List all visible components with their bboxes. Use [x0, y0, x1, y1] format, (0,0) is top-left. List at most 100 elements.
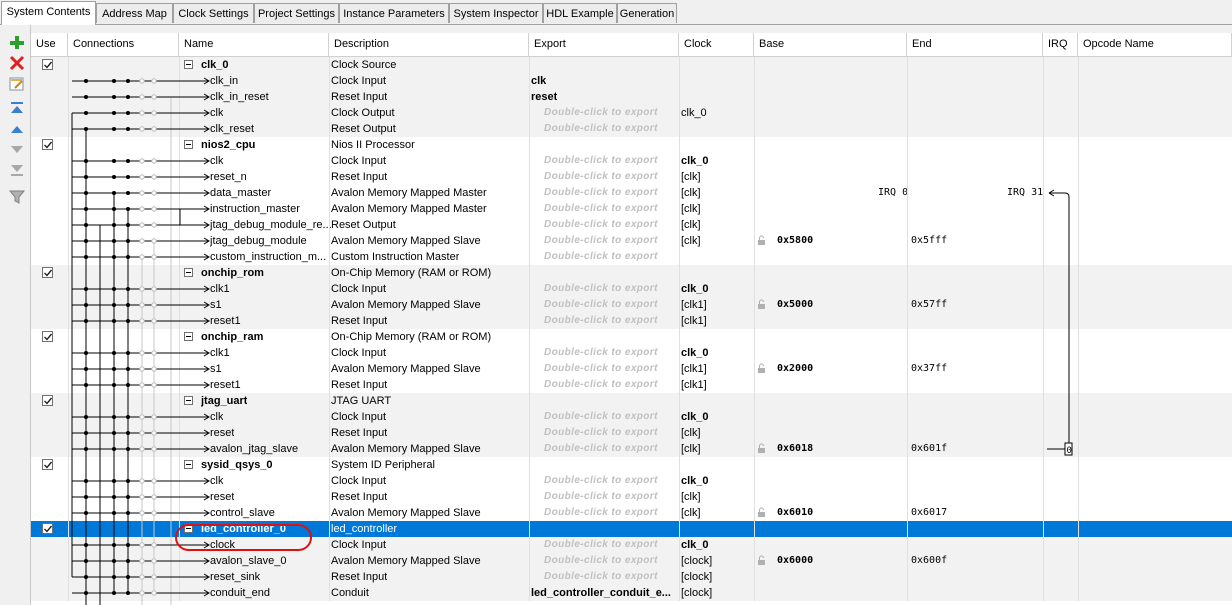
lock-icon[interactable]: [757, 441, 767, 457]
tab-clock-settings[interactable]: Clock Settings: [173, 3, 254, 23]
clock-value[interactable]: clk_0: [681, 281, 709, 297]
export-placeholder[interactable]: Double-click to export: [544, 185, 658, 201]
tab-project-settings[interactable]: Project Settings: [254, 3, 339, 23]
use-checkbox[interactable]: [42, 267, 53, 278]
interface-name[interactable]: jtag_debug_module_re...: [210, 217, 332, 233]
lock-icon[interactable]: [757, 297, 767, 313]
export-placeholder[interactable]: Double-click to export: [544, 169, 658, 185]
interface-name[interactable]: reset1: [210, 313, 241, 329]
column-header-use[interactable]: Use: [31, 33, 68, 56]
column-header-opcode-name[interactable]: Opcode Name: [1078, 33, 1232, 56]
interface-name[interactable]: reset1: [210, 377, 241, 393]
base-address[interactable]: 0x6018: [777, 441, 813, 457]
export-placeholder[interactable]: Double-click to export: [544, 569, 658, 585]
connections-graph[interactable]: [68, 57, 213, 605]
tab-system-inspector[interactable]: System Inspector: [449, 3, 543, 23]
export-placeholder[interactable]: Double-click to export: [544, 281, 658, 297]
interface-name[interactable]: reset_n: [210, 169, 247, 185]
interface-name[interactable]: conduit_end: [210, 585, 270, 601]
interface-name[interactable]: avalon_slave_0: [210, 553, 286, 569]
base-address[interactable]: 0x6000: [777, 553, 813, 569]
export-placeholder[interactable]: Double-click to export: [544, 201, 658, 217]
tab-hdl-example[interactable]: HDL Example: [543, 3, 617, 23]
interface-name[interactable]: instruction_master: [210, 201, 300, 217]
clock-value[interactable]: [clock]: [681, 553, 712, 569]
end-address[interactable]: 0x600f: [911, 553, 947, 569]
export-placeholder[interactable]: Double-click to export: [544, 377, 658, 393]
column-header-irq[interactable]: IRQ: [1043, 33, 1078, 56]
export-placeholder[interactable]: Double-click to export: [544, 473, 658, 489]
interface-name[interactable]: clk_in: [210, 73, 238, 89]
use-checkbox[interactable]: [42, 59, 53, 70]
tab-generation[interactable]: Generation: [617, 3, 677, 23]
clock-value[interactable]: [clk]: [681, 233, 701, 249]
end-address[interactable]: 0x6017: [911, 505, 947, 521]
remove-icon[interactable]: [8, 54, 26, 72]
edit-icon[interactable]: [8, 75, 26, 93]
clock-value[interactable]: [clk]: [681, 185, 701, 201]
end-address[interactable]: 0x57ff: [911, 297, 947, 313]
interface-name[interactable]: clk_reset: [210, 121, 254, 137]
export-placeholder[interactable]: Double-click to export: [544, 249, 658, 265]
clock-value[interactable]: [clk]: [681, 505, 701, 521]
interface-name[interactable]: data_master: [210, 185, 271, 201]
use-checkbox[interactable]: [42, 395, 53, 406]
export-placeholder[interactable]: Double-click to export: [544, 409, 658, 425]
export-placeholder[interactable]: Double-click to export: [544, 361, 658, 377]
export-placeholder[interactable]: Double-click to export: [544, 553, 658, 569]
export-placeholder[interactable]: Double-click to export: [544, 425, 658, 441]
lock-icon[interactable]: [757, 505, 767, 521]
clock-value[interactable]: [clk]: [681, 425, 701, 441]
clock-value[interactable]: [clk1]: [681, 361, 707, 377]
lock-icon[interactable]: [757, 361, 767, 377]
export-placeholder[interactable]: Double-click to export: [544, 489, 658, 505]
clock-value[interactable]: [clk]: [681, 169, 701, 185]
clock-value[interactable]: [clk1]: [681, 313, 707, 329]
clock-value[interactable]: [clock]: [681, 585, 712, 601]
base-address[interactable]: 0x5800: [777, 233, 813, 249]
column-header-description[interactable]: Description: [329, 33, 529, 56]
column-header-name[interactable]: Name: [179, 33, 329, 56]
export-placeholder[interactable]: Double-click to export: [544, 441, 658, 457]
export-placeholder[interactable]: Double-click to export: [544, 217, 658, 233]
export-placeholder[interactable]: Double-click to export: [544, 297, 658, 313]
export-placeholder[interactable]: Double-click to export: [544, 505, 658, 521]
interface-name[interactable]: jtag_debug_module: [210, 233, 307, 249]
export-placeholder[interactable]: Double-click to export: [544, 121, 658, 137]
export-placeholder[interactable]: Double-click to export: [544, 537, 658, 553]
clock-value[interactable]: clk_0: [681, 537, 709, 553]
tab-address-map[interactable]: Address Map: [96, 3, 173, 23]
clock-value[interactable]: [clk]: [681, 489, 701, 505]
filter-icon[interactable]: [8, 188, 26, 206]
tab-system-contents[interactable]: System Contents: [1, 1, 96, 25]
use-checkbox[interactable]: [42, 523, 53, 534]
irq-connection-graph[interactable]: 0: [1031, 57, 1111, 605]
column-header-export[interactable]: Export: [529, 33, 679, 56]
interface-name[interactable]: reset_sink: [210, 569, 260, 585]
move-up-icon[interactable]: [8, 120, 26, 138]
clock-value[interactable]: clk_0: [681, 473, 709, 489]
move-down-icon[interactable]: [8, 140, 26, 158]
clock-value[interactable]: [clk]: [681, 217, 701, 233]
export-placeholder[interactable]: Double-click to export: [544, 153, 658, 169]
clock-value[interactable]: [clk1]: [681, 377, 707, 393]
clock-value[interactable]: clk_0: [681, 153, 709, 169]
interface-name[interactable]: reset: [210, 489, 234, 505]
use-checkbox[interactable]: [42, 331, 53, 342]
move-bottom-icon[interactable]: [8, 161, 26, 179]
clock-value[interactable]: clk_0: [681, 345, 709, 361]
base-address[interactable]: 0x5000: [777, 297, 813, 313]
interface-name[interactable]: reset: [210, 425, 234, 441]
use-checkbox[interactable]: [42, 459, 53, 470]
lock-icon[interactable]: [757, 233, 767, 249]
move-top-icon[interactable]: [8, 99, 26, 117]
clock-value[interactable]: [clk]: [681, 201, 701, 217]
add-icon[interactable]: [8, 34, 26, 52]
export-name[interactable]: clk: [531, 73, 546, 89]
base-address[interactable]: 0x2000: [777, 361, 813, 377]
clock-value[interactable]: clk_0: [681, 409, 709, 425]
lock-icon[interactable]: [757, 553, 767, 569]
use-checkbox[interactable]: [42, 139, 53, 150]
export-placeholder[interactable]: Double-click to export: [544, 233, 658, 249]
export-placeholder[interactable]: Double-click to export: [544, 313, 658, 329]
